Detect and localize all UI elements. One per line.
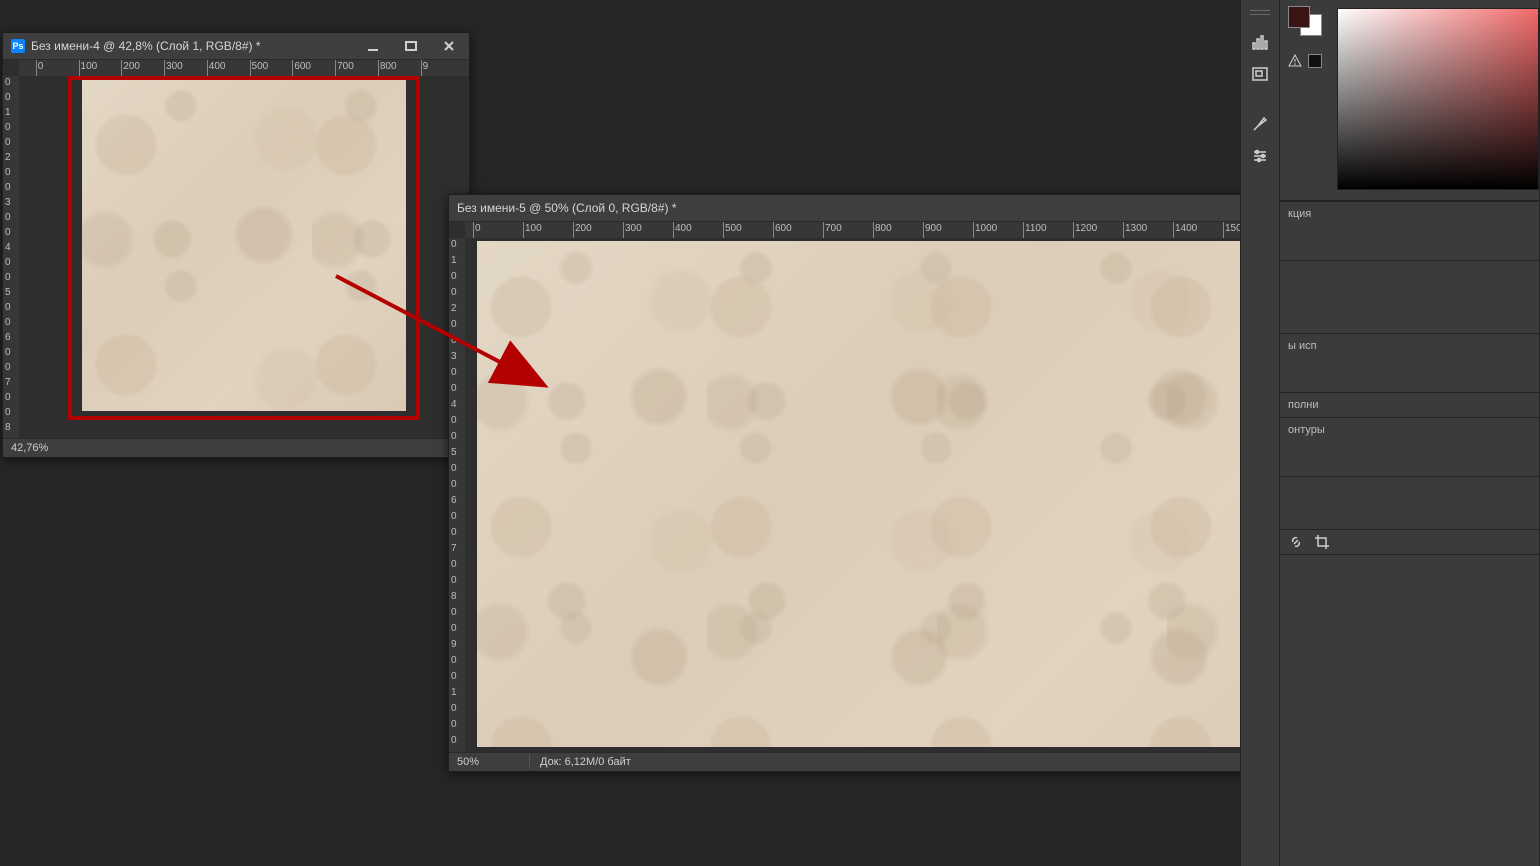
selection-marquee: [68, 76, 420, 420]
doc-info: Док: 6,12M/0 байт: [540, 756, 631, 768]
panel-tab-group[interactable]: онтуры: [1280, 417, 1539, 476]
panel-stack: кция ы исп полни онтуры: [1280, 0, 1540, 866]
crop-icon[interactable]: [1314, 534, 1330, 550]
vertical-ruler[interactable]: 001002003004005006007008: [3, 76, 20, 439]
foreground-background-swatches[interactable]: [1288, 6, 1322, 36]
link-icon[interactable]: [1288, 534, 1304, 550]
app-badge-icon: Ps: [11, 39, 25, 53]
histogram-icon[interactable]: [1247, 29, 1273, 55]
panel-tab-group[interactable]: ы исп: [1280, 333, 1539, 392]
panel-tab-label[interactable]: полни: [1280, 392, 1539, 417]
divider: [529, 755, 530, 769]
document-window-1[interactable]: Ps Без имени-4 @ 42,8% (Слой 1, RGB/8#) …: [2, 32, 470, 458]
panel-grip-icon[interactable]: [1250, 10, 1270, 15]
status-bar: 42,76%: [3, 438, 469, 457]
brushes-icon[interactable]: [1247, 111, 1273, 137]
collapsed-panel-strip: [1240, 0, 1280, 866]
vertical-ruler[interactable]: 01002003004005006007008009001000: [449, 238, 466, 753]
gamut-warning-icon[interactable]: [1288, 54, 1302, 68]
foreground-color-swatch[interactable]: [1288, 6, 1310, 28]
right-panel-dock: кция ы исп полни онтуры: [1240, 0, 1540, 866]
maximize-button[interactable]: [399, 37, 423, 55]
panel-placeholder[interactable]: [1280, 260, 1539, 333]
panel-footer-tools: [1280, 529, 1539, 554]
navigator-icon[interactable]: [1247, 61, 1273, 87]
panel-tab-label: ы исп: [1288, 340, 1317, 352]
minimize-button[interactable]: [361, 37, 385, 55]
panel-placeholder[interactable]: [1280, 554, 1539, 866]
titlebar[interactable]: Ps Без имени-4 @ 42,8% (Слой 1, RGB/8#) …: [3, 33, 469, 60]
color-field-picker[interactable]: [1337, 8, 1539, 190]
canvas-viewport[interactable]: [19, 76, 469, 439]
panel-tab-group[interactable]: кция: [1280, 201, 1539, 260]
ruler-area: 10001002003004005006007008009 0010020030…: [3, 60, 469, 439]
panel-placeholder[interactable]: [1280, 476, 1539, 529]
horizontal-ruler[interactable]: 10001002003004005006007008009: [19, 60, 469, 77]
zoom-level[interactable]: 50%: [457, 756, 519, 768]
panel-tab-label: онтуры: [1288, 424, 1325, 436]
color-panel: [1280, 0, 1539, 201]
document-title: Без имени-4 @ 42,8% (Слой 1, RGB/8#) *: [31, 39, 353, 53]
canvas-image[interactable]: [82, 79, 406, 411]
document-title: Без имени-5 @ 50% (Слой 0, RGB/8#) *: [457, 201, 1301, 215]
close-button[interactable]: [437, 37, 461, 55]
adjustments-icon[interactable]: [1247, 143, 1273, 169]
photoshop-workspace: Ps Без имени-4 @ 42,8% (Слой 1, RGB/8#) …: [0, 0, 1540, 866]
zoom-level[interactable]: 42,76%: [11, 442, 73, 454]
default-color-box[interactable]: [1308, 54, 1322, 68]
panel-tab-label: кция: [1288, 208, 1311, 220]
